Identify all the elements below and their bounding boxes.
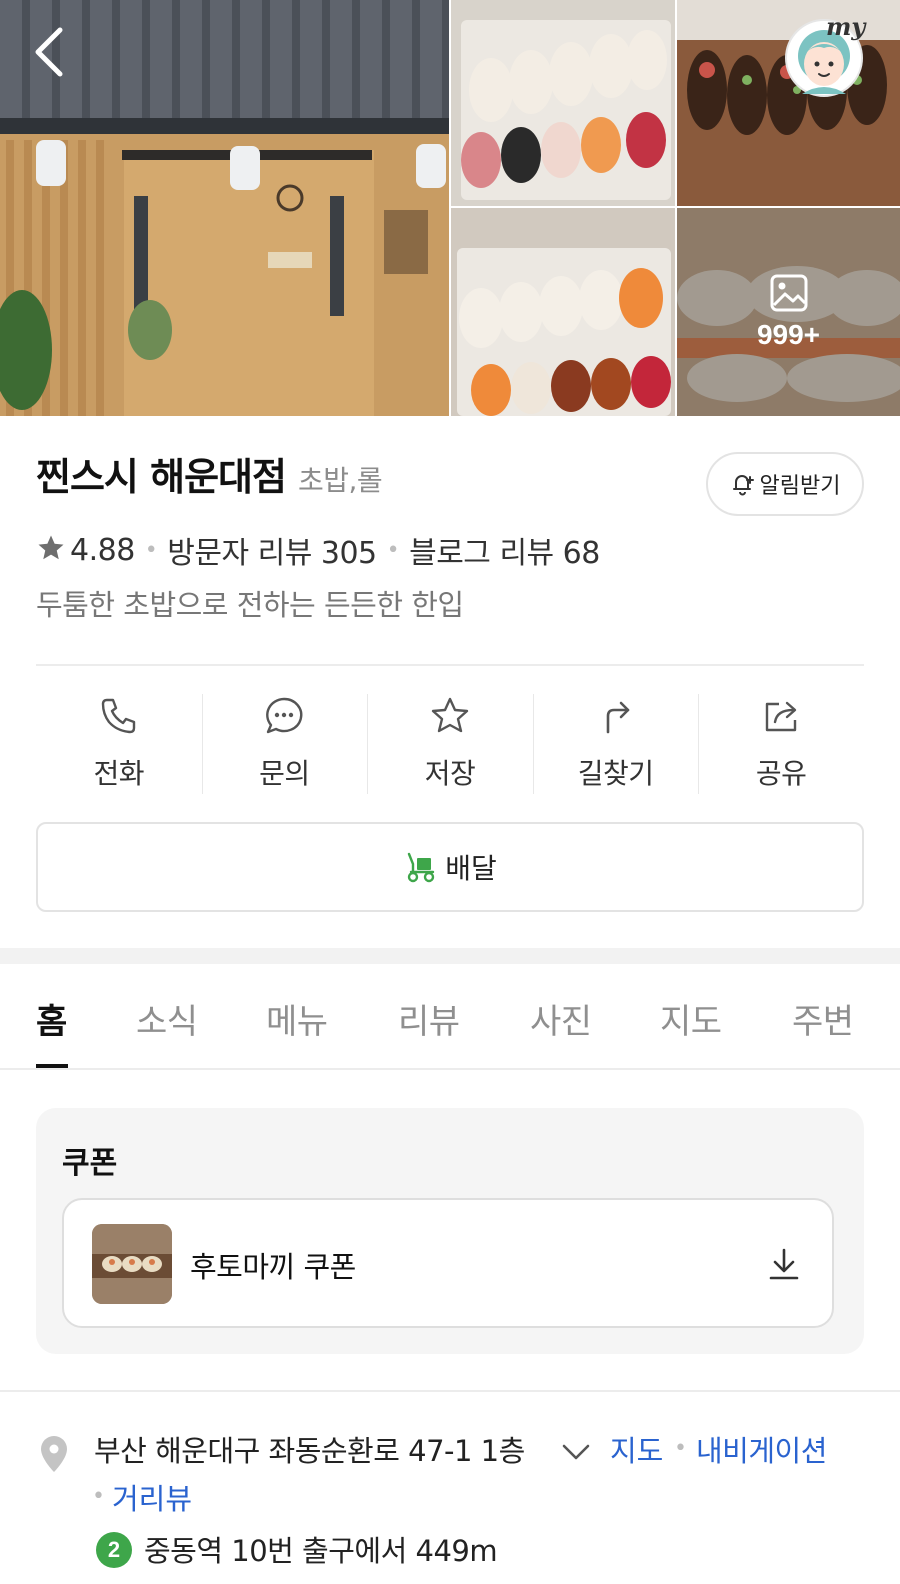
tab-photos[interactable]: 사진: [530, 994, 592, 1043]
action-label: 길찾기: [577, 757, 654, 790]
separator-dot: •: [674, 1436, 687, 1461]
sushi-photo[interactable]: [451, 0, 675, 206]
address-text: 부산 해운대구 좌동순환로 47-1 1층: [94, 1434, 525, 1468]
chevron-down-icon[interactable]: [560, 1438, 592, 1466]
street-view-link[interactable]: 거리뷰: [112, 1476, 192, 1518]
more-photos-overlay[interactable]: 999+: [677, 208, 900, 416]
rating-star-icon: [36, 533, 70, 568]
download-icon[interactable]: [766, 1246, 802, 1282]
sushi-platter-photo[interactable]: [451, 208, 675, 416]
coupon-thumbnail: [92, 1224, 172, 1304]
phone-icon: [101, 698, 135, 734]
tab-news[interactable]: 소식: [136, 994, 198, 1043]
share-icon: [765, 701, 797, 732]
action-label: 전화: [93, 757, 145, 790]
tab-menu[interactable]: 메뉴: [266, 994, 328, 1043]
action-label: 저장: [424, 757, 476, 790]
separator-dot: •: [386, 537, 400, 563]
photo-gallery[interactable]: 999+ my: [0, 0, 900, 416]
place-category: 초밥,롤: [297, 464, 383, 497]
tab-home[interactable]: 홈: [36, 994, 67, 1043]
coupon-section: 쿠폰 후토마끼 쿠폰: [36, 1108, 864, 1354]
subway-info: 중동역 10번 출구에서 449m: [144, 1534, 498, 1568]
share-button[interactable]: 공유: [698, 690, 864, 796]
divider: [36, 664, 864, 666]
coupon-title: 쿠폰: [62, 1146, 118, 1181]
delivery-button[interactable]: 배달: [36, 822, 864, 912]
alarm-label: 알림받기: [759, 474, 841, 499]
call-button[interactable]: 전화: [36, 690, 202, 796]
place-header: 찐스시 해운대점 초밥,롤 알림받기: [36, 446, 864, 516]
bell-plus-icon: [732, 475, 754, 496]
alarm-button[interactable]: 알림받기: [706, 452, 864, 516]
tab-bar: 홈 소식 메뉴 리뷰 사진 지도 주변: [0, 964, 900, 1070]
place-tagline: 두툼한 초밥으로 전하는 든든한 한입: [36, 588, 464, 622]
divider: [0, 1390, 900, 1392]
action-bar: 전화 문의 저장 길찾기 공유: [36, 690, 864, 796]
location-pin-icon: [41, 1436, 67, 1472]
back-button[interactable]: [26, 24, 74, 80]
my-badge-text: my: [826, 12, 866, 41]
action-label: 문의: [259, 757, 310, 790]
more-photos-count: 999+: [756, 319, 821, 350]
rating-value: 4.88: [70, 532, 135, 568]
tab-reviews[interactable]: 리뷰: [398, 994, 460, 1043]
separator-dot: •: [92, 1484, 105, 1509]
directions-icon: [606, 701, 629, 734]
delivery-label: 배달: [445, 852, 497, 885]
blog-reviews-link[interactable]: 블로그 리뷰 68: [409, 528, 600, 572]
action-label: 공유: [755, 757, 807, 790]
coupon-item[interactable]: 후토마끼 쿠폰: [62, 1198, 834, 1328]
save-button[interactable]: 저장: [367, 690, 533, 796]
star-icon: [431, 697, 469, 733]
active-tab-indicator: [36, 1064, 68, 1068]
chat-icon: [266, 697, 303, 734]
directions-button[interactable]: 길찾기: [532, 690, 699, 796]
coupon-name: 후토마끼 쿠폰: [190, 1250, 356, 1284]
separator-dot: •: [144, 537, 158, 563]
visitor-reviews-link[interactable]: 방문자 리뷰 305: [167, 528, 377, 572]
inquiry-button[interactable]: 문의: [201, 690, 368, 796]
place-stats: 4.88 • 방문자 리뷰 305 • 블로그 리뷰 68: [36, 528, 600, 572]
image-icon: [770, 274, 807, 312]
tab-nearby[interactable]: 주변: [792, 994, 854, 1043]
navigation-link[interactable]: 내비게이션: [696, 1428, 827, 1470]
back-arrow-icon: [35, 27, 63, 77]
map-link[interactable]: 지도: [610, 1428, 663, 1470]
place-name: 찐스시 해운대점: [36, 455, 287, 499]
section-gap: [0, 948, 900, 964]
my-profile-button[interactable]: my: [784, 12, 870, 98]
subway-line-badge: 2: [96, 1532, 132, 1568]
tab-map[interactable]: 지도: [660, 994, 722, 1043]
delivery-scooter-icon: [408, 852, 435, 883]
